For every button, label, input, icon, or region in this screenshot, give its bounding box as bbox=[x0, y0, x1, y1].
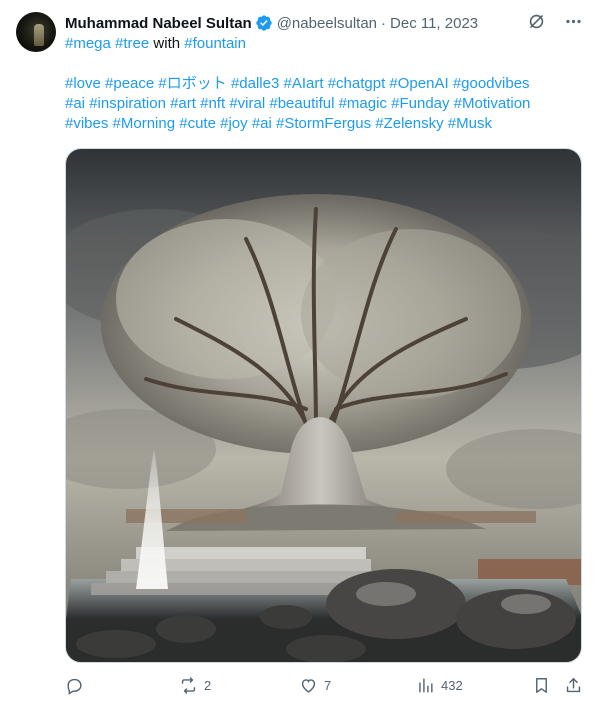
hashtag-link[interactable]: #vibes bbox=[65, 115, 108, 132]
separator-dot: · bbox=[381, 14, 387, 32]
repost-count: 2 bbox=[204, 678, 212, 693]
tweet-image[interactable] bbox=[65, 148, 582, 663]
hashtag-link[interactable]: #peace bbox=[105, 75, 154, 92]
hashtag-link[interactable]: #viral bbox=[229, 95, 265, 112]
hashtag-link[interactable]: #Motivation bbox=[454, 95, 531, 112]
tweet-text: #mega #tree with #fountain #love #peace … bbox=[65, 34, 581, 134]
hashtag-link[interactable]: #tree bbox=[115, 35, 149, 52]
hashtag-link[interactable]: #OpenAI bbox=[389, 75, 448, 92]
hashtag-link[interactable]: #beautiful bbox=[269, 95, 334, 112]
bookmark-icon bbox=[536, 678, 547, 693]
hashtag-link[interactable]: #mega bbox=[65, 35, 111, 52]
tweet-text-segment: with bbox=[149, 35, 185, 52]
text-line: #vibes #Morning #cute #joy #ai #StormFer… bbox=[65, 114, 581, 134]
text-line: #ai #inspiration #art #nft #viral #beaut… bbox=[65, 94, 581, 114]
hashtag-link[interactable]: #cute bbox=[179, 115, 216, 132]
views-button[interactable]: 432 bbox=[416, 676, 463, 695]
hashtag-link[interactable]: #magic bbox=[339, 95, 387, 112]
hashtag-link[interactable]: #dalle3 bbox=[231, 75, 279, 92]
like-button[interactable]: 7 bbox=[299, 676, 331, 695]
author-handle[interactable]: @nabeelsultan bbox=[277, 15, 377, 32]
hashtag-link[interactable]: #art bbox=[170, 95, 196, 112]
hashtag-link[interactable]: #Zelensky bbox=[375, 115, 443, 132]
author-name[interactable]: Muhammad Nabeel Sultan bbox=[65, 15, 252, 32]
hashtag-link[interactable]: #AIart bbox=[284, 75, 324, 92]
hashtag-link[interactable]: #Musk bbox=[448, 115, 492, 132]
views-icon bbox=[419, 678, 433, 693]
more-icon[interactable] bbox=[564, 12, 583, 35]
avatar[interactable] bbox=[16, 12, 56, 52]
bookmark-button[interactable] bbox=[532, 676, 551, 695]
hashtag-link[interactable]: #ai bbox=[65, 95, 85, 112]
like-count: 7 bbox=[324, 678, 332, 693]
text-line: #mega #tree with #fountain bbox=[65, 34, 581, 54]
hashtag-link[interactable]: #ai bbox=[252, 115, 272, 132]
text-line: #love #peace #ロボット #dalle3 #AIart #chatg… bbox=[65, 74, 581, 94]
grok-icon[interactable] bbox=[527, 12, 546, 35]
hashtag-link[interactable]: #goodvibes bbox=[453, 75, 530, 92]
tweet-date[interactable]: Dec 11, 2023 bbox=[390, 15, 478, 32]
share-icon bbox=[566, 678, 581, 693]
tweet[interactable]: Muhammad Nabeel Sultan @nabeelsultan · D… bbox=[0, 0, 599, 709]
views-count: 432 bbox=[441, 678, 463, 693]
hashtag-link[interactable]: #StormFergus bbox=[276, 115, 371, 132]
reply-icon bbox=[67, 678, 82, 695]
hashtag-link[interactable]: #love bbox=[65, 75, 101, 92]
verified-badge-icon[interactable] bbox=[255, 14, 273, 32]
reply-button[interactable] bbox=[65, 676, 90, 695]
like-icon bbox=[301, 679, 316, 693]
share-button[interactable] bbox=[564, 676, 583, 695]
hashtag-link[interactable]: #nft bbox=[200, 95, 225, 112]
hashtag-link[interactable]: #fountain bbox=[184, 35, 246, 52]
hashtag-link[interactable]: #ロボット bbox=[158, 75, 226, 92]
hashtag-link[interactable]: #joy bbox=[220, 115, 248, 132]
action-bar: 2 7 432 bbox=[65, 676, 581, 698]
hashtag-link[interactable]: #Funday bbox=[391, 95, 449, 112]
hashtag-link[interactable]: #inspiration bbox=[89, 95, 166, 112]
repost-icon bbox=[181, 677, 196, 694]
hashtag-link[interactable]: #chatgpt bbox=[328, 75, 386, 92]
tweet-header: Muhammad Nabeel Sultan @nabeelsultan · D… bbox=[65, 12, 583, 34]
hashtag-link[interactable]: #Morning bbox=[113, 115, 176, 132]
repost-button[interactable]: 2 bbox=[179, 676, 211, 695]
